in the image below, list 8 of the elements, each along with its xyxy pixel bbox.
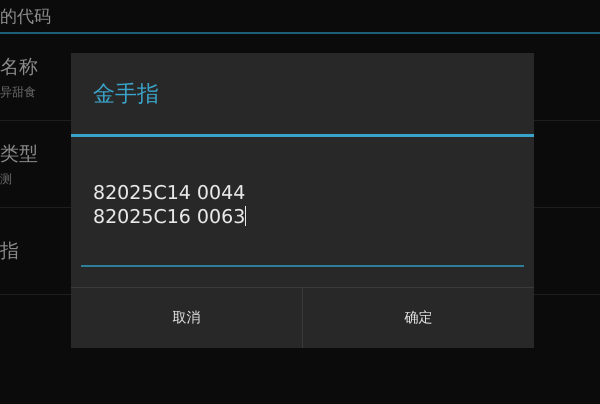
setting-value: 异甜食 xyxy=(0,84,36,100)
setting-value: 测 xyxy=(0,170,12,188)
input-field[interactable]: 82025C14 0044 82025C16 0063 xyxy=(81,181,524,267)
setting-label: 名称 xyxy=(0,54,38,80)
setting-label: 类型 xyxy=(0,142,38,166)
screen-title: 的代码 xyxy=(0,6,51,28)
setting-label: 指 xyxy=(0,239,19,264)
dialog-title: 金手指 xyxy=(71,53,534,137)
